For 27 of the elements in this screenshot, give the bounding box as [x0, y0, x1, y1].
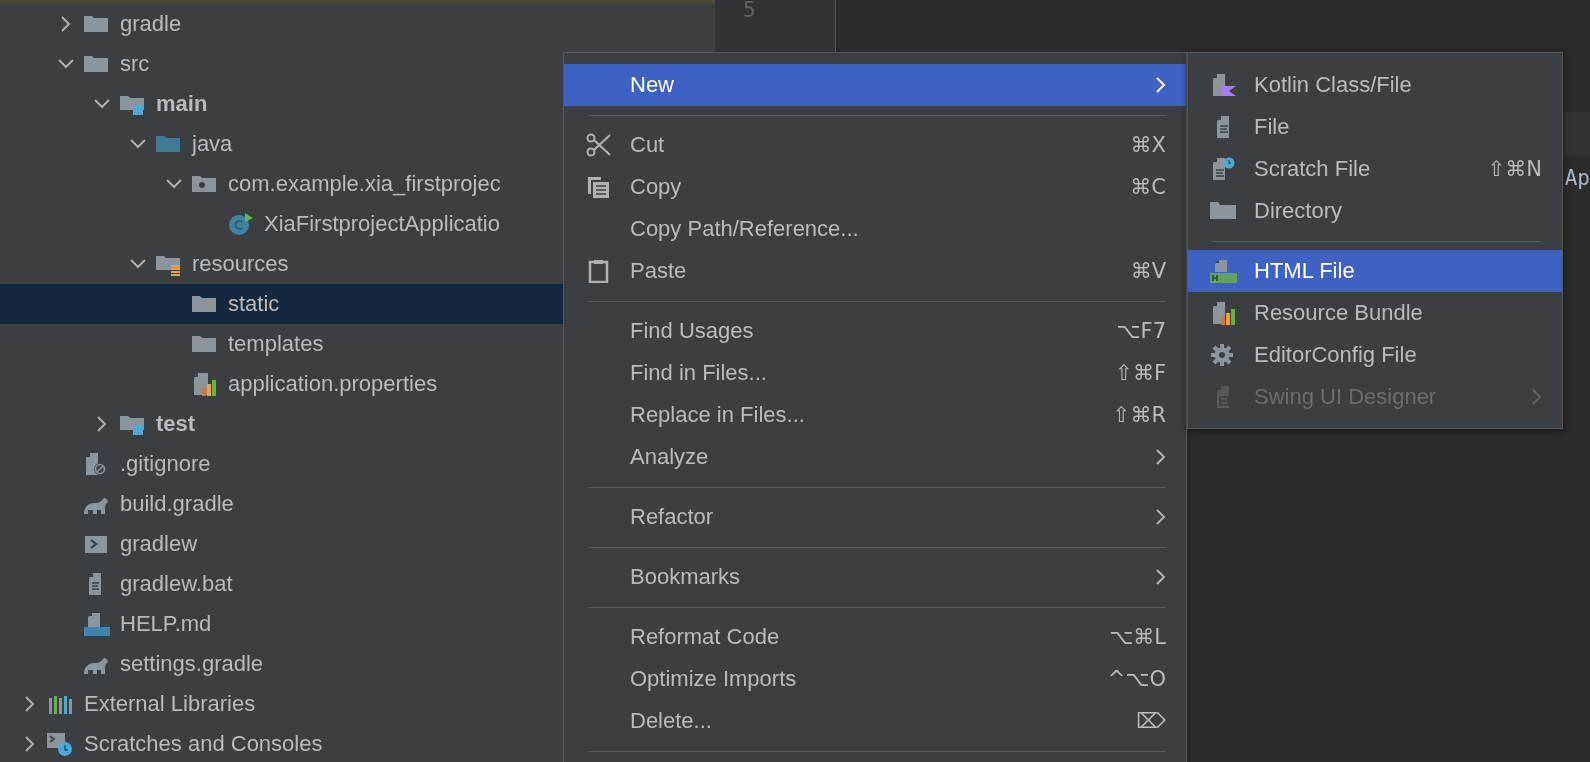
- markdown-file-icon: [82, 612, 110, 636]
- html-file-icon: [1209, 259, 1237, 283]
- menu-item[interactable]: Scratch File ⇧⌘N: [1188, 148, 1562, 190]
- menu-item[interactable]: HTML File: [1188, 250, 1562, 292]
- form-file-icon: [1215, 385, 1231, 409]
- menu-item[interactable]: EditorConfig File: [1188, 334, 1562, 376]
- menu-item[interactable]: Resource Bundle: [1188, 292, 1562, 334]
- menu-item[interactable]: Delete... ⌦: [564, 700, 1186, 742]
- tree-item[interactable]: gradle: [0, 4, 715, 44]
- menu-item[interactable]: Optimize Imports ^⌥O: [564, 658, 1186, 700]
- menu-item[interactable]: Reformat Code ⌥⌘L: [564, 616, 1186, 658]
- scratches-icon: [46, 732, 74, 756]
- menu-item[interactable]: Cut ⌘X: [564, 124, 1186, 166]
- file-icon: [1215, 115, 1231, 139]
- menu-item[interactable]: Directory: [1188, 190, 1562, 232]
- menu-item[interactable]: Replace in Files... ⇧⌘R: [564, 394, 1186, 436]
- scissors-icon: [585, 133, 613, 157]
- menu-item[interactable]: Kotlin Class/File: [1188, 64, 1562, 106]
- menu-item[interactable]: File: [1188, 106, 1562, 148]
- menu-item[interactable]: Copy ⌘C: [564, 166, 1186, 208]
- text-file-icon: [88, 572, 103, 596]
- menu-item[interactable]: Analyze: [564, 436, 1186, 478]
- code-line: Ap: [1564, 165, 1590, 192]
- menu-item[interactable]: Copy Path/Reference...: [564, 208, 1186, 250]
- class-icon: [226, 212, 254, 236]
- menu-item[interactable]: New: [564, 64, 1186, 106]
- menu-item[interactable]: Find in Files... ⇧⌘F: [564, 352, 1186, 394]
